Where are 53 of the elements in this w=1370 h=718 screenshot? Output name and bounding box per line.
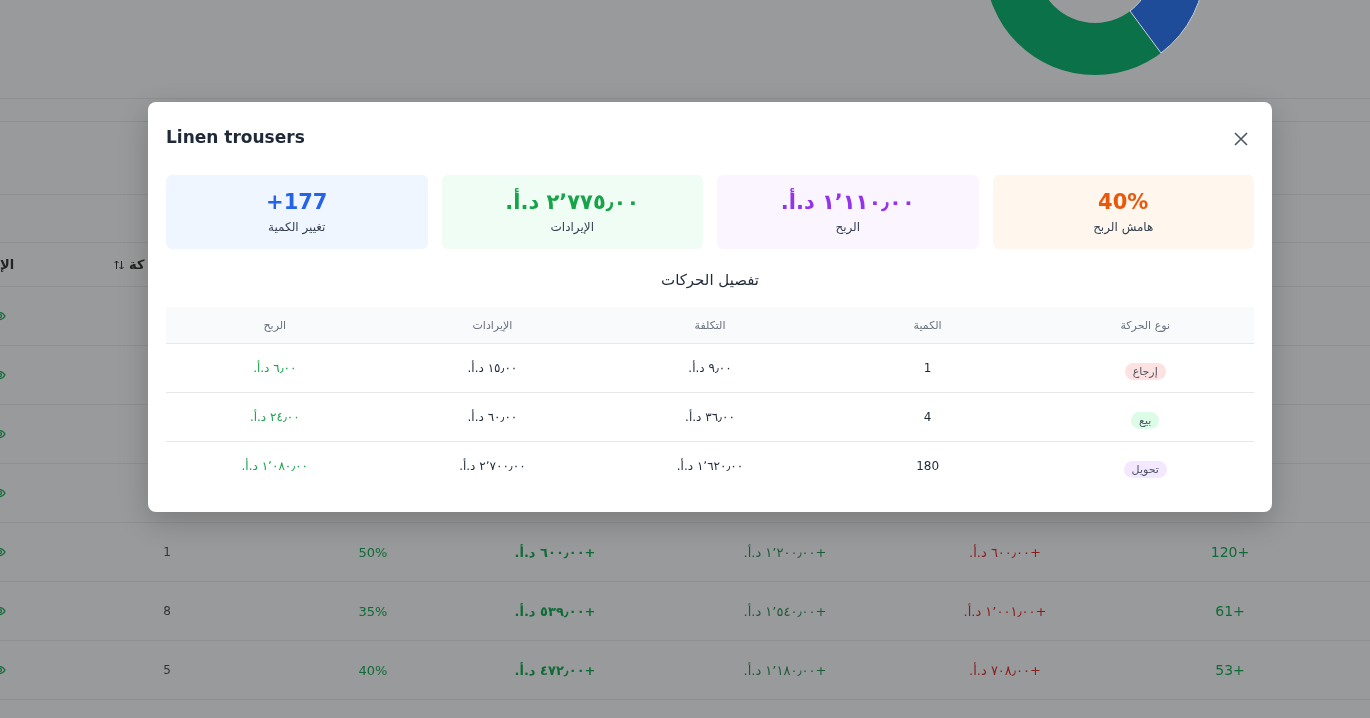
movement-type-tag: تحويل	[1123, 460, 1167, 478]
count-cell-text: 5	[162, 663, 172, 677]
column-header: الكمية	[912, 318, 943, 332]
margin-cell-text: 50%	[357, 544, 389, 560]
count-cell-text: 1	[162, 545, 172, 559]
movement-type-tag: إرجاع	[1124, 362, 1166, 380]
column-header: نوع الحركة	[1119, 318, 1171, 332]
profit-cell-text: +٥٣٩٫٠٠ د.أ.	[513, 603, 597, 619]
column-header: التكلفة	[693, 318, 727, 332]
quantity-cell-text: 120+	[1209, 544, 1251, 560]
margin-cell-text: 40%	[357, 662, 389, 678]
column-header: الربح	[262, 318, 288, 332]
quantity-cell-text: 180	[915, 459, 941, 473]
stat-value: ١٬١١٠٫٠٠ د.أ.	[780, 190, 915, 214]
stat-label: هامش الربح	[1093, 220, 1154, 234]
profit-cell-text: ٦٫٠٠ د.أ.	[252, 361, 298, 375]
cost-cell-text: ٩٫٠٠ د.أ.	[687, 361, 733, 375]
close-icon	[1234, 132, 1248, 146]
revenue-cell-text: +٦٠٠٫٠٠ د.أ.	[968, 544, 1042, 560]
profit-cell-text: ٢٤٫٠٠ د.أ.	[248, 410, 301, 424]
close-button[interactable]	[1232, 130, 1250, 148]
column-header[interactable]: كة	[129, 257, 145, 272]
sort-icon[interactable]	[113, 258, 125, 271]
cost-cell-text: +١٬٢٠٠٫٠٠ د.أ.	[742, 544, 828, 560]
cost-cell-text: +١٬٥٤٠٫٠٠ د.أ.	[742, 603, 828, 619]
column-header[interactable]: الإ	[0, 257, 15, 272]
profit-cell-text: +٦٠٠٫٠٠ د.أ.	[513, 544, 597, 560]
revenue-cell-text: +١٬٠٠١٫٠٠ د.أ.	[962, 603, 1048, 619]
revenue-cell-text: +٧٠٨٫٠٠ د.أ.	[968, 662, 1042, 678]
margin-cell-text: 35%	[357, 603, 389, 619]
stat-label: الربح	[835, 220, 861, 234]
revenue-cell-text: ٦٠٫٠٠ د.أ.	[466, 410, 519, 424]
quantity-cell-text: 1	[922, 361, 933, 375]
profit-cell-text: ١٬٠٨٠٫٠٠ د.أ.	[240, 459, 310, 473]
stat-value: +177	[266, 190, 328, 214]
quantity-cell-text: 61+	[1214, 603, 1246, 619]
movement-type-tag: بيع	[1131, 411, 1160, 429]
cost-cell-text: ١٬٦٢٠٫٠٠ د.أ.	[675, 459, 745, 473]
stat-label: تغيير الكمية	[268, 220, 326, 234]
section-title: تفصيل الحركات	[660, 271, 760, 289]
count-cell-text: 8	[162, 604, 172, 618]
dialog-title: Linen trousers	[166, 127, 305, 147]
quantity-cell-text: 4	[922, 410, 933, 424]
revenue-cell-text: ١٥٫٠٠ د.أ.	[466, 361, 519, 375]
quantity-cell-text: 53+	[1214, 662, 1246, 678]
revenue-cell-text: ٢٬٧٠٠٫٠٠ د.أ.	[458, 459, 527, 473]
cost-cell-text: +١٬١٨٠٫٠٠ د.أ.	[742, 662, 828, 678]
column-header: الإيرادات	[471, 318, 514, 332]
cost-cell-text: ٣٦٫٠٠ د.أ.	[684, 410, 736, 424]
stat-label: الإيرادات	[550, 220, 594, 234]
profit-cell-text: +٤٧٢٫٠٠ د.أ.	[513, 662, 597, 678]
stat-value: 40%	[1098, 190, 1149, 214]
stat-value: ٢٬٧٧٥٫٠٠ د.أ.	[505, 190, 640, 214]
